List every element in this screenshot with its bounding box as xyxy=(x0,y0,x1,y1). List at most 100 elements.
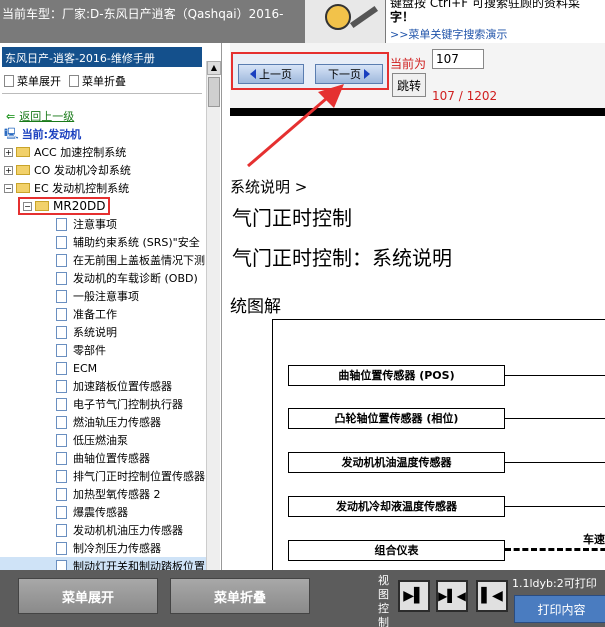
tree-folder[interactable]: − EC 发动机控制系统 xyxy=(0,179,206,197)
back-link[interactable]: ⇐ 返回上一级 xyxy=(0,107,206,125)
hint-text-2: 字！ xyxy=(390,10,415,24)
tree-folder-selected[interactable]: − MR20DD xyxy=(0,197,206,215)
tree-leaf-item[interactable]: 零部件 xyxy=(0,341,206,359)
page-icon xyxy=(56,415,67,429)
print-button[interactable]: 打印内容 xyxy=(514,595,605,623)
tree-leaf-label: 制冷剂压力传感器 xyxy=(73,542,161,555)
tree-leaf-item[interactable]: 发动机机油压力传感器 xyxy=(0,521,206,539)
page-icon xyxy=(56,397,67,411)
page-icon xyxy=(56,541,67,555)
connector-line xyxy=(505,462,605,463)
page-icon xyxy=(56,289,67,303)
doc-breadcrumb: 系统说明 > xyxy=(230,178,308,196)
top-bar: 当前车型：厂家:D-东风日产逍客（Qashqai）2016- 键盘按 Ctrl+… xyxy=(0,0,605,43)
go-button[interactable]: 跳转 xyxy=(392,73,426,97)
tree-leaf-item[interactable]: 爆震传感器 xyxy=(0,503,206,521)
tree-leaf-item[interactable]: 制冷剂压力传感器 xyxy=(0,539,206,557)
mechanic-logo-icon xyxy=(305,0,385,43)
scroll-thumb[interactable] xyxy=(208,77,220,107)
bar-arrow-left-icon: ▌◀ xyxy=(481,588,503,604)
page-number-input[interactable] xyxy=(432,49,484,69)
expand-icon[interactable]: + xyxy=(4,147,13,157)
tree-leaf-label: 发动机的车载诊断 (OBD) xyxy=(73,272,198,285)
tree-leaf-label: 零部件 xyxy=(73,344,106,357)
expand-menu-button[interactable]: 菜单展开 xyxy=(18,578,158,614)
tree-leaf-label: 辅助约束系统 (SRS)"安全 xyxy=(73,236,200,249)
bottom-toolbar: 菜单展开 菜单折叠 视图控制 ▶▌ ▶▌◀ ▌◀ 1.1ldyb:2可打印 打印… xyxy=(0,570,605,627)
page-icon xyxy=(56,217,67,231)
collapse-menu-link[interactable]: 菜单折叠 xyxy=(69,73,126,89)
tree-leaf-item[interactable]: 曲轴位置传感器 xyxy=(0,449,206,467)
page-icon xyxy=(56,469,67,483)
search-demo-link[interactable]: >>菜单关键字搜索演示 xyxy=(390,26,507,42)
collapse-icon[interactable]: − xyxy=(23,201,32,211)
page-icon xyxy=(56,451,67,465)
signal-line xyxy=(505,548,605,551)
tree-leaf-item[interactable]: 在无前围上盖板盖情况下测 xyxy=(0,251,206,269)
tree-leaf-item[interactable]: 准备工作 xyxy=(0,305,206,323)
split-arrows-icon: ▶▌◀ xyxy=(438,589,466,603)
tree-leaf-item[interactable]: 一般注意事项 xyxy=(0,287,206,305)
tree-leaf-label: 爆震传感器 xyxy=(73,506,128,519)
diagram-box: 发动机机油温度传感器 xyxy=(288,452,505,473)
tree-leaf-item[interactable]: ECM xyxy=(0,359,206,377)
tree-leaf-item[interactable]: 制动灯开关和制动踏板位置 xyxy=(0,557,206,570)
tree-leaf-label: 加速踏板位置传感器 xyxy=(73,380,172,393)
folder-open-icon xyxy=(35,201,49,211)
expand-menu-link[interactable]: 菜单展开 xyxy=(4,73,61,89)
page-icon xyxy=(56,523,67,537)
document-icon xyxy=(69,75,79,87)
collapse-menu-button[interactable]: 菜单折叠 xyxy=(170,578,310,614)
tree-leaf-item[interactable]: 电子节气门控制执行器 xyxy=(0,395,206,413)
tree-leaf-item[interactable]: 注意事项 xyxy=(0,215,206,233)
tree-leaf-label: 制动灯开关和制动踏板位置 xyxy=(73,560,205,570)
page-icon xyxy=(56,505,67,519)
tree-leaf-label: 燃油轨压力传感器 xyxy=(73,416,161,429)
view-both-button[interactable]: ▶▌◀ xyxy=(436,580,468,612)
document-icon xyxy=(4,75,14,87)
tree-leaf-label: 发动机机油压力传感器 xyxy=(73,524,183,537)
page-icon xyxy=(56,361,67,375)
tree-leaf-label: 系统说明 xyxy=(73,326,117,339)
tree-leaf-item[interactable]: 系统说明 xyxy=(0,323,206,341)
tree-leaf-item[interactable]: 低压燃油泵 xyxy=(0,431,206,449)
page-count: 107 / 1202 xyxy=(432,89,498,103)
expand-icon[interactable]: + xyxy=(4,165,13,175)
collapse-icon[interactable]: − xyxy=(4,183,13,193)
tree-leaf-item[interactable]: 加热型氧传感器 2 xyxy=(0,485,206,503)
doc-heading: 气门正时控制 xyxy=(232,206,352,230)
diagram-heading: 统图解 xyxy=(230,297,281,317)
connector-line xyxy=(505,506,605,507)
page-icon xyxy=(56,433,67,447)
tree-folder[interactable]: + CO 发动机冷却系统 xyxy=(0,161,206,179)
view-left-button[interactable]: ▶▌ xyxy=(398,580,430,612)
tree-folder[interactable]: + ACC 加速控制系统 xyxy=(0,143,206,161)
view-right-button[interactable]: ▌◀ xyxy=(476,580,508,612)
tree-leaf-item[interactable]: 辅助约束系统 (SRS)"安全 xyxy=(0,233,206,251)
scroll-up-icon[interactable]: ▲ xyxy=(207,61,221,75)
tree-leaf-label: 排气门正时控制位置传感器 xyxy=(73,470,205,483)
diagram-box: 曲轴位置传感器 (POS) xyxy=(288,365,505,386)
speed-label: 车速 xyxy=(583,533,605,546)
connector-line xyxy=(505,375,605,376)
tree-leaf-item[interactable]: 加速踏板位置传感器 xyxy=(0,377,206,395)
current-page-label: 当前为 xyxy=(390,57,427,71)
view-control-label: 视图控制 xyxy=(378,574,389,627)
page-icon xyxy=(56,253,67,267)
tree-leaf-item[interactable]: 燃油轨压力传感器 xyxy=(0,413,206,431)
tree-leaf-label: ECM xyxy=(73,361,98,375)
manual-title: 东风日产-逍客-2016-维修手册 xyxy=(2,47,202,67)
page-icon xyxy=(56,487,67,501)
tree-leaf-item[interactable]: 发动机的车载诊断 (OBD) xyxy=(0,269,206,287)
page-icon xyxy=(56,325,67,339)
sidebar-scrollbar[interactable]: ▲ xyxy=(206,61,221,570)
tree-leaf-label: 注意事项 xyxy=(73,218,117,231)
doc-subheading: 气门正时控制：系统说明 xyxy=(232,246,452,270)
print-info: 1.1ldyb:2可打印 xyxy=(512,577,597,590)
tree-leaf-label: 电子节气门控制执行器 xyxy=(73,398,183,411)
search-hint: 键盘按 Ctrl+F 可搜索驻顾的资料菜 字！ >>菜单关键字搜索演示 xyxy=(386,0,605,43)
computer-icon: 🖳 xyxy=(4,126,19,140)
tree-leaf-item[interactable]: 排气门正时控制位置传感器 xyxy=(0,467,206,485)
folder-icon xyxy=(16,165,30,175)
arrow-right-bar-icon: ▶▌ xyxy=(403,588,425,604)
